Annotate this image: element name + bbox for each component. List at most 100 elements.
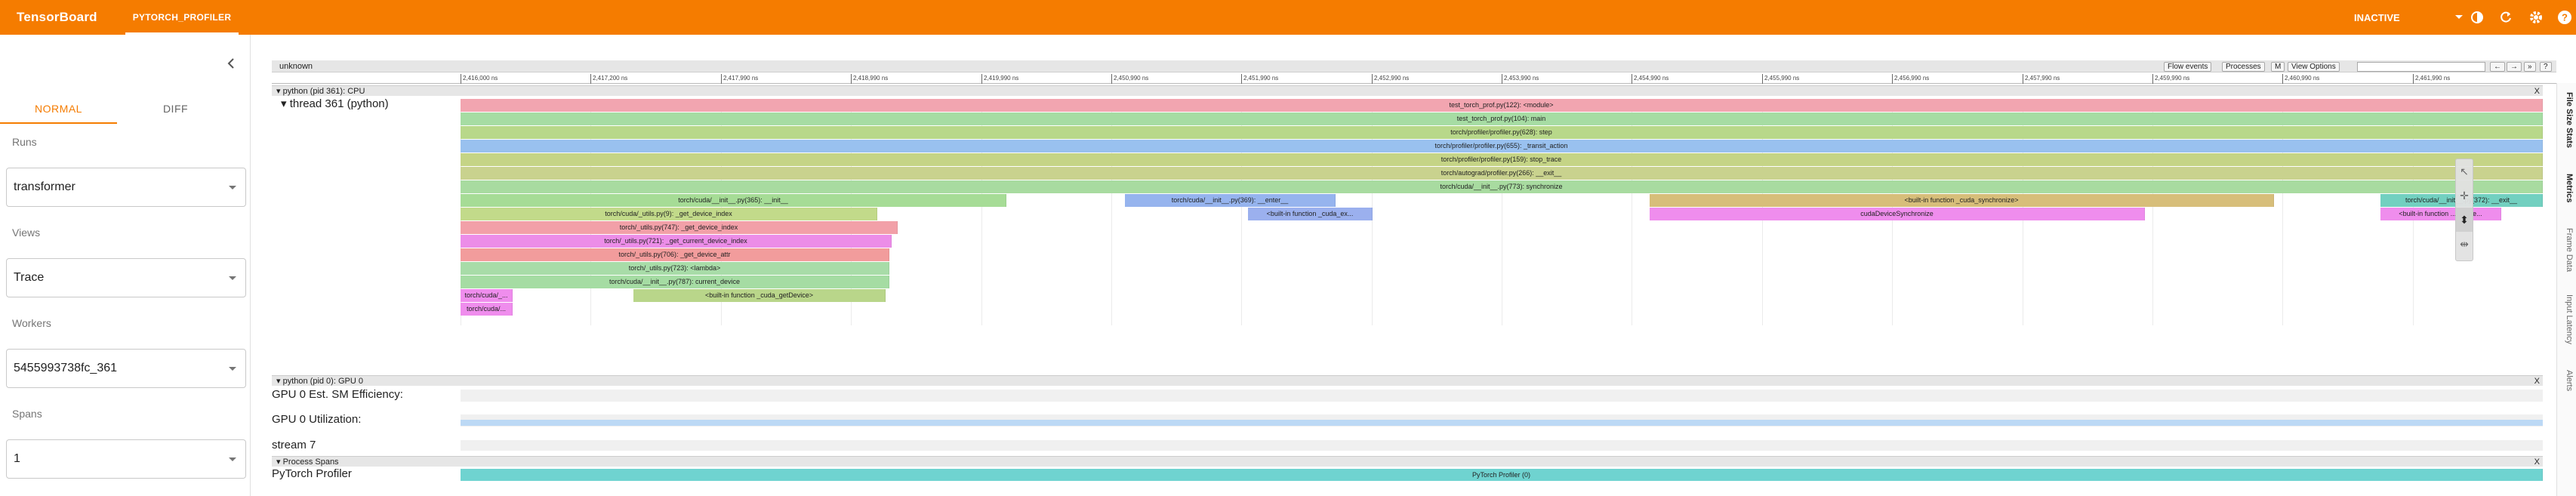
side-tab-input-latency[interactable]: Input Latency: [2560, 294, 2574, 344]
thread-slices-area[interactable]: test_torch_prof.py(122): <module> test_to…: [461, 99, 2543, 325]
nav-right-button[interactable]: →: [2507, 62, 2522, 72]
ruler-tick-label: 2,460,990 ns: [2285, 75, 2320, 82]
chevron-down-icon: [229, 186, 236, 189]
tab-diff[interactable]: DIFF: [117, 94, 234, 124]
runs-select[interactable]: transformer: [6, 168, 246, 207]
trace-slice[interactable]: torch/cuda/__init__.py(369): __enter__: [1125, 194, 1336, 207]
trace-slice[interactable]: <built-in function _cuda_getDevice>: [633, 289, 886, 302]
process-spans-label: Process Spans: [282, 457, 339, 467]
processes-button[interactable]: Processes: [2222, 62, 2265, 72]
ruler-tick: [590, 74, 591, 84]
trace-slice[interactable]: test_torch_prof.py(122): <module>: [461, 99, 2543, 112]
ruler-tick-label: 2,450,990 ns: [1114, 75, 1149, 82]
close-process-icon[interactable]: X: [2534, 376, 2540, 387]
ruler-tick-label: 2,451,990 ns: [1243, 75, 1279, 82]
brand-title: TensorBoard: [17, 10, 97, 24]
stream-7-label: stream 7: [272, 439, 316, 451]
pan-mode-icon[interactable]: ✛: [2456, 183, 2473, 208]
ruler-tick-label: 2,455,990 ns: [1764, 75, 1800, 82]
trace-slice[interactable]: torch/autograd/profiler.py(266): __exit_…: [461, 167, 2543, 180]
side-tab-frame-data[interactable]: Frame Data: [2560, 228, 2574, 272]
side-tab-alerts[interactable]: Alerts: [2560, 370, 2574, 391]
process-cpu-label: python (pid 361): CPU: [282, 87, 365, 96]
trace-slice[interactable]: torch/cuda/__init__.py(773): synchronize: [461, 180, 2543, 193]
refresh-icon[interactable]: [2497, 9, 2514, 26]
theme-toggle-icon[interactable]: [2469, 9, 2485, 26]
trace-help-button[interactable]: ?: [2540, 62, 2552, 72]
nav-left-button[interactable]: ←: [2490, 62, 2505, 72]
tab-pytorch-profiler[interactable]: PYTORCH_PROFILER: [125, 0, 239, 35]
ruler-tick-label: 2,417,200 ns: [593, 75, 628, 82]
nav-forward-button[interactable]: »: [2524, 62, 2536, 72]
trace-slice[interactable]: test_torch_prof.py(104): main: [461, 112, 2543, 125]
trace-slice[interactable]: <built-in function _cuda_ex...: [1248, 208, 1373, 220]
thread-track-label[interactable]: ▾ thread 361 (python): [281, 97, 389, 110]
view-options-button[interactable]: View Options: [2288, 62, 2340, 72]
spans-select[interactable]: 1: [6, 439, 246, 479]
close-process-icon[interactable]: X: [2534, 86, 2540, 97]
expand-triangle-icon[interactable]: ▾: [276, 457, 283, 467]
trace-slice[interactable]: cudaDeviceSynchronize: [1650, 208, 2145, 220]
select-mode-icon[interactable]: ↖: [2456, 159, 2473, 183]
trace-slice[interactable]: torch/cuda/__init__.py(365): __init__: [461, 194, 1006, 207]
gpu-utilization-track[interactable]: [461, 414, 2543, 427]
trace-slice[interactable]: torch/_utils.py(706): _get_device_attr: [461, 248, 889, 261]
trace-title-text: unknown: [279, 62, 313, 71]
tab-normal[interactable]: NORMAL: [0, 94, 117, 124]
help-icon[interactable]: ?: [2556, 9, 2573, 26]
timing-mode-icon[interactable]: ⇹: [2456, 232, 2473, 256]
process-header-cpu[interactable]: ▾ python (pid 361): CPU X: [272, 85, 2543, 96]
status-dropdown-arrow-icon[interactable]: [2455, 15, 2463, 19]
trace-slice[interactable]: torch/_utils.py(723): <lambda>: [461, 262, 889, 275]
thread-name: thread 361 (python): [289, 97, 389, 110]
flow-events-button[interactable]: Flow events: [2164, 62, 2212, 72]
views-select[interactable]: Trace: [6, 258, 246, 297]
stream-7-track[interactable]: [461, 440, 2543, 451]
runs-value: transformer: [14, 180, 75, 193]
chevron-down-icon: [229, 457, 236, 461]
status-select[interactable]: INACTIVE: [2354, 0, 2460, 35]
trace-slice[interactable]: <built-in function ...maybe...: [2380, 208, 2501, 220]
settings-icon[interactable]: [2528, 9, 2544, 26]
trace-slice[interactable]: torch/profiler/profiler.py(628): step: [461, 126, 2543, 139]
trace-slice[interactable]: torch/profiler/profiler.py(655): _transi…: [461, 140, 2543, 152]
close-process-icon[interactable]: X: [2534, 457, 2540, 467]
trace-slice[interactable]: torch/cuda/__init__.py(787): current_dev…: [461, 276, 889, 288]
ruler-tick-label: 2,457,990 ns: [2025, 75, 2060, 82]
mode-tabs: NORMAL DIFF: [0, 94, 251, 124]
top-app-bar: TensorBoard PYTORCH_PROFILER INACTIVE ?: [0, 0, 2576, 35]
side-tab-file-size-stats[interactable]: File Size Stats: [2560, 92, 2574, 148]
zoom-mode-icon[interactable]: ⬍: [2456, 208, 2473, 232]
trace-slice[interactable]: torch/profiler/profiler.py(159): stop_tr…: [461, 153, 2543, 166]
pytorch-profiler-track-label: PyTorch Profiler: [272, 467, 352, 480]
trace-slice[interactable]: <built-in function _cuda_synchronize>: [1650, 194, 2274, 207]
spans-area[interactable]: PyTorch Profiler (0): [461, 469, 2543, 481]
ruler-tick-label: 2,454,990 ns: [1634, 75, 1669, 82]
expand-triangle-icon[interactable]: ▾: [276, 87, 283, 96]
pytorch-profiler-span[interactable]: PyTorch Profiler (0): [461, 469, 2543, 481]
workers-select[interactable]: 5455993738fc_361: [6, 349, 246, 388]
gpu-utilization-label: GPU 0 Utilization:: [272, 413, 362, 426]
ruler-tick: [1762, 74, 1763, 84]
workers-label: Workers: [12, 317, 51, 329]
collapse-triangle-icon[interactable]: ▾: [281, 97, 290, 110]
runs-label: Runs: [12, 136, 37, 148]
metadata-button[interactable]: M: [2271, 62, 2285, 72]
trace-slice[interactable]: torch/_utils.py(721): _get_current_devic…: [461, 235, 892, 248]
trace-slice[interactable]: torch/_utils.py(747): _get_device_index: [461, 221, 898, 234]
process-header-gpu[interactable]: ▾ python (pid 0): GPU 0 X: [272, 375, 2543, 386]
trace-slice[interactable]: torch/cuda/...: [461, 303, 513, 316]
trace-slice[interactable]: torch/cuda/_utils.py(9): _get_device_ind…: [461, 208, 877, 220]
views-label: Views: [12, 226, 41, 239]
trace-slice[interactable]: torch/cuda/_...: [461, 289, 513, 302]
trace-search-input[interactable]: [2357, 62, 2485, 72]
collapse-sidebar-chevron-icon[interactable]: [223, 56, 239, 71]
ruler-tick: [721, 74, 722, 84]
gpu-sm-efficiency-track[interactable]: [461, 390, 2543, 402]
side-tab-metrics[interactable]: Metrics: [2560, 174, 2574, 203]
ruler-tick: [2413, 74, 2414, 84]
ruler-tick-label: 2,452,990 ns: [1374, 75, 1410, 82]
expand-triangle-icon[interactable]: ▾: [276, 377, 283, 386]
trace-viewer: unknown Flow events Processes M View Opt…: [272, 60, 2556, 496]
process-header-spans[interactable]: ▾ Process Spans X: [272, 456, 2543, 467]
